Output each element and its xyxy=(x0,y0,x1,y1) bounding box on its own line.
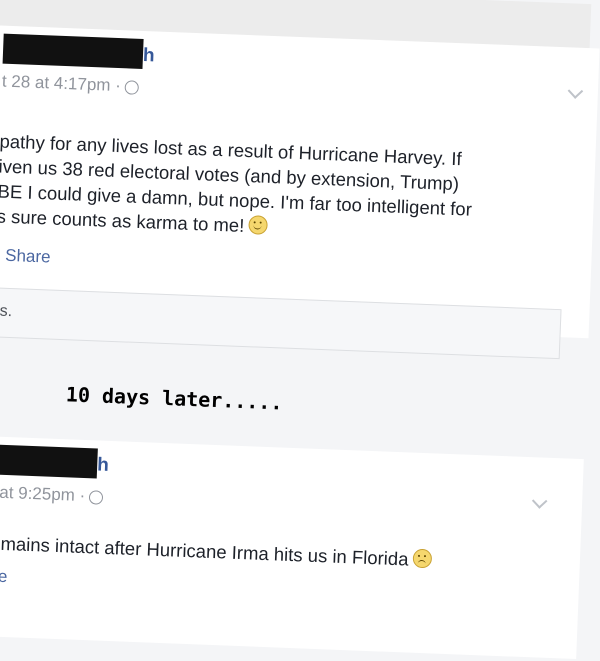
post-text: remains intact after Hurricane Irma hits… xyxy=(0,531,432,573)
post-text-content: remains intact after Hurricane Irma hits… xyxy=(0,532,409,570)
post-card-irma: h y at 9:25pm · remains intact after Hur… xyxy=(0,435,584,660)
comment-preview: is. xyxy=(0,286,562,360)
post-card-harvey: h t 28 at 4:17pm · pathy for any lives l… xyxy=(0,24,600,360)
share-button[interactable]: are xyxy=(0,566,8,587)
sad-face-icon xyxy=(412,548,432,569)
globe-icon xyxy=(124,79,140,95)
comment-text: is. xyxy=(0,302,13,321)
screenshot-stage: h t 28 at 4:17pm · pathy for any lives l… xyxy=(0,0,600,660)
share-button[interactable]: Share xyxy=(5,246,51,268)
smiley-icon xyxy=(248,215,268,235)
chevron-down-icon[interactable] xyxy=(531,493,548,509)
ten-days-later-caption: 10 days later..... xyxy=(65,382,283,415)
timestamp-text[interactable]: t 28 at 4:17pm · xyxy=(2,72,122,96)
globe-icon xyxy=(88,489,104,505)
redacted-name-bar xyxy=(0,444,98,479)
post-timestamp[interactable]: y at 9:25pm · xyxy=(0,482,104,506)
chevron-down-icon[interactable] xyxy=(567,83,584,99)
author-name[interactable]: h xyxy=(143,45,155,67)
timestamp-text[interactable]: y at 9:25pm · xyxy=(0,482,86,505)
post-timestamp[interactable]: t 28 at 4:17pm · xyxy=(1,72,140,97)
redacted-name-bar xyxy=(2,33,144,69)
author-name[interactable]: h xyxy=(97,455,109,477)
